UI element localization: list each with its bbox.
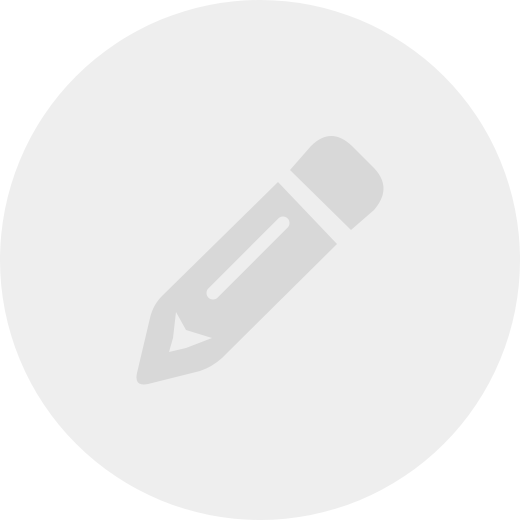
- pencil-icon: [136, 136, 384, 385]
- edit-button[interactable]: [0, 0, 520, 520]
- stage: [0, 0, 520, 520]
- pencil-body: [136, 182, 337, 385]
